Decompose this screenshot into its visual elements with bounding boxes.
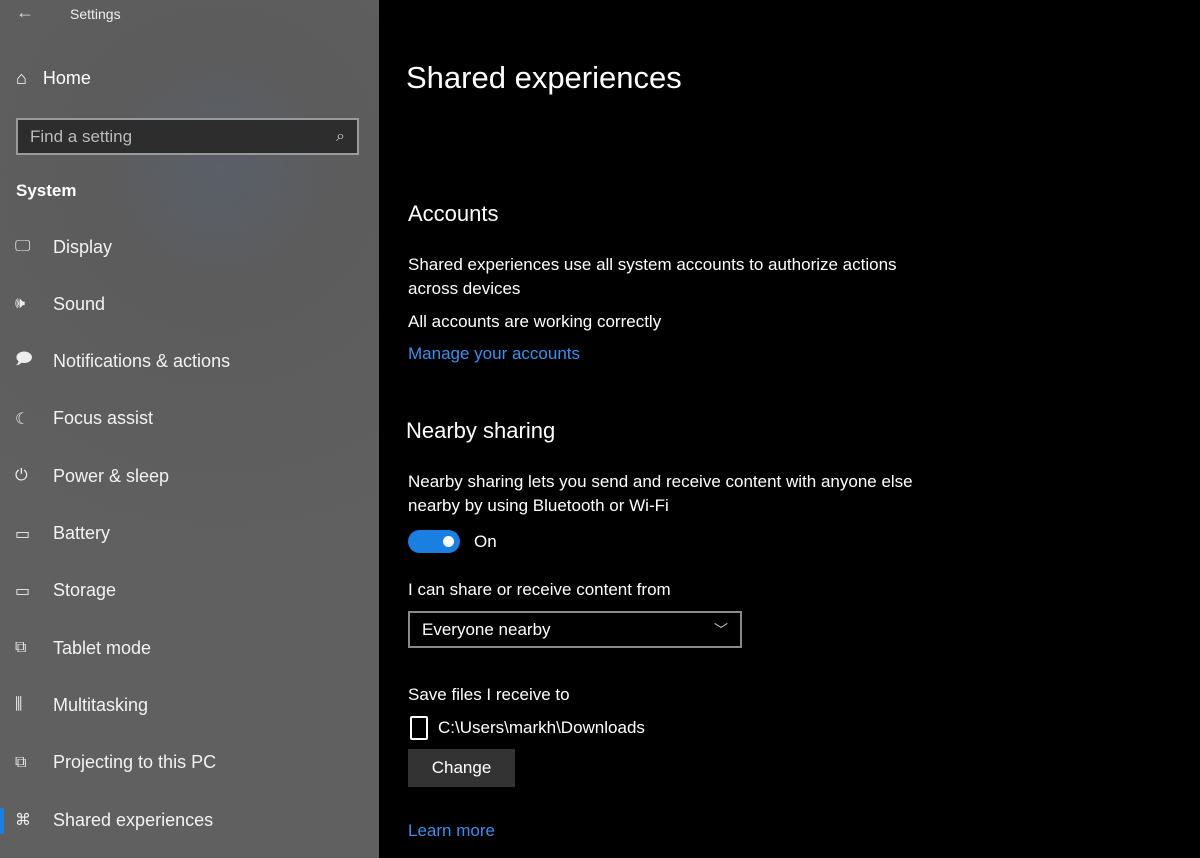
sidebar-item-tablet-mode[interactable]: ⧉ Tablet mode	[0, 626, 379, 670]
nearby-sharing-description: Nearby sharing lets you send and receive…	[408, 472, 913, 515]
share-from-value: Everyone nearby	[422, 619, 551, 639]
sidebar-item-label: Focus assist	[53, 408, 154, 429]
speaker-icon: 🕪	[15, 295, 26, 313]
projecting-icon: ⧉	[15, 753, 27, 771]
sidebar-item-notifications-actions[interactable]: 🗩 Notifications & actions	[0, 340, 379, 384]
accounts-status: All accounts are working correctly	[408, 312, 662, 331]
sidebar-item-shared-experiences[interactable]: ⌘ Shared experiences	[0, 798, 379, 842]
save-location-path: C:\Users\markh\Downloads	[438, 718, 645, 737]
sidebar-item-label: Multitasking	[53, 694, 149, 715]
toggle-state-label: On	[474, 532, 497, 551]
app-title: Settings	[70, 6, 121, 22]
folder-icon	[410, 716, 428, 740]
sidebar-item-battery[interactable]: ▭ Battery	[0, 512, 379, 556]
accounts-description: Shared experiences use all system accoun…	[408, 255, 897, 298]
manage-accounts-link[interactable]: Manage your accounts	[408, 344, 580, 364]
chevron-down-icon: ﹀	[714, 621, 728, 638]
home-label: Home	[42, 68, 91, 88]
sidebar-item-home[interactable]: ⌂ Home	[16, 68, 91, 89]
nearby-sharing-toggle[interactable]	[408, 530, 460, 553]
sidebar-item-power-sleep[interactable]: ⏻ Power & sleep	[0, 454, 379, 498]
tablet-mode-icon: ⧉	[15, 639, 27, 657]
notification-icon: 🗩	[15, 351, 33, 369]
sidebar-item-sound[interactable]: 🕪 Sound	[0, 282, 379, 326]
sidebar-item-label: Projecting to this PC	[53, 752, 217, 773]
search-input[interactable]	[30, 126, 310, 147]
nearby-sharing-heading: Nearby sharing	[406, 418, 556, 443]
save-location-label: Save files I receive to	[408, 685, 570, 704]
sidebar-item-multitasking[interactable]: ⫼ Multitasking	[0, 683, 379, 727]
learn-more-link[interactable]: Learn more	[408, 821, 495, 841]
monitor-icon: 🖵	[15, 238, 31, 255]
moon-icon: ☾	[15, 410, 30, 428]
sidebar-item-label: Battery	[53, 523, 111, 543]
change-button[interactable]: Change	[408, 749, 515, 787]
sidebar-item-label: Notifications & actions	[53, 351, 231, 372]
search-icon[interactable]: ⌕	[336, 128, 345, 146]
sidebar-item-label: Tablet mode	[53, 637, 152, 658]
storage-icon: ▭	[15, 582, 31, 600]
sidebar: ← Settings ⌂ Home ⌕ System 🖵 Display 🕪 Soun…	[0, 0, 379, 858]
section-heading: System	[16, 181, 77, 200]
battery-icon: ▭	[15, 525, 31, 543]
sidebar-item-display[interactable]: 🖵 Display	[0, 225, 379, 269]
home-icon: ⌂	[16, 68, 27, 88]
sidebar-item-label: Storage	[53, 580, 117, 601]
back-arrow-icon[interactable]: ←	[16, 2, 34, 23]
sidebar-item-label: Power & sleep	[53, 465, 170, 486]
sidebar-item-label: Shared experiences	[53, 809, 214, 830]
page-title: Shared experiences	[406, 60, 682, 95]
shared-experiences-icon: ⌘	[15, 812, 31, 829]
search-box[interactable]: ⌕	[16, 118, 359, 155]
share-from-label: I can share or receive content from	[408, 580, 671, 599]
share-from-dropdown[interactable]: Everyone nearby ﹀	[408, 611, 742, 648]
sidebar-item-focus-assist[interactable]: ☾ Focus assist	[0, 397, 379, 441]
sidebar-item-projecting-to-this-pc[interactable]: ⧉ Projecting to this PC	[0, 741, 379, 785]
sidebar-item-storage[interactable]: ▭ Storage	[0, 569, 379, 613]
power-icon: ⏻	[15, 467, 28, 485]
sidebar-item-label: Sound	[53, 293, 106, 314]
sidebar-item-label: Display	[53, 236, 113, 257]
accounts-heading: Accounts	[408, 201, 499, 226]
multitasking-icon: ⫼	[15, 696, 23, 714]
